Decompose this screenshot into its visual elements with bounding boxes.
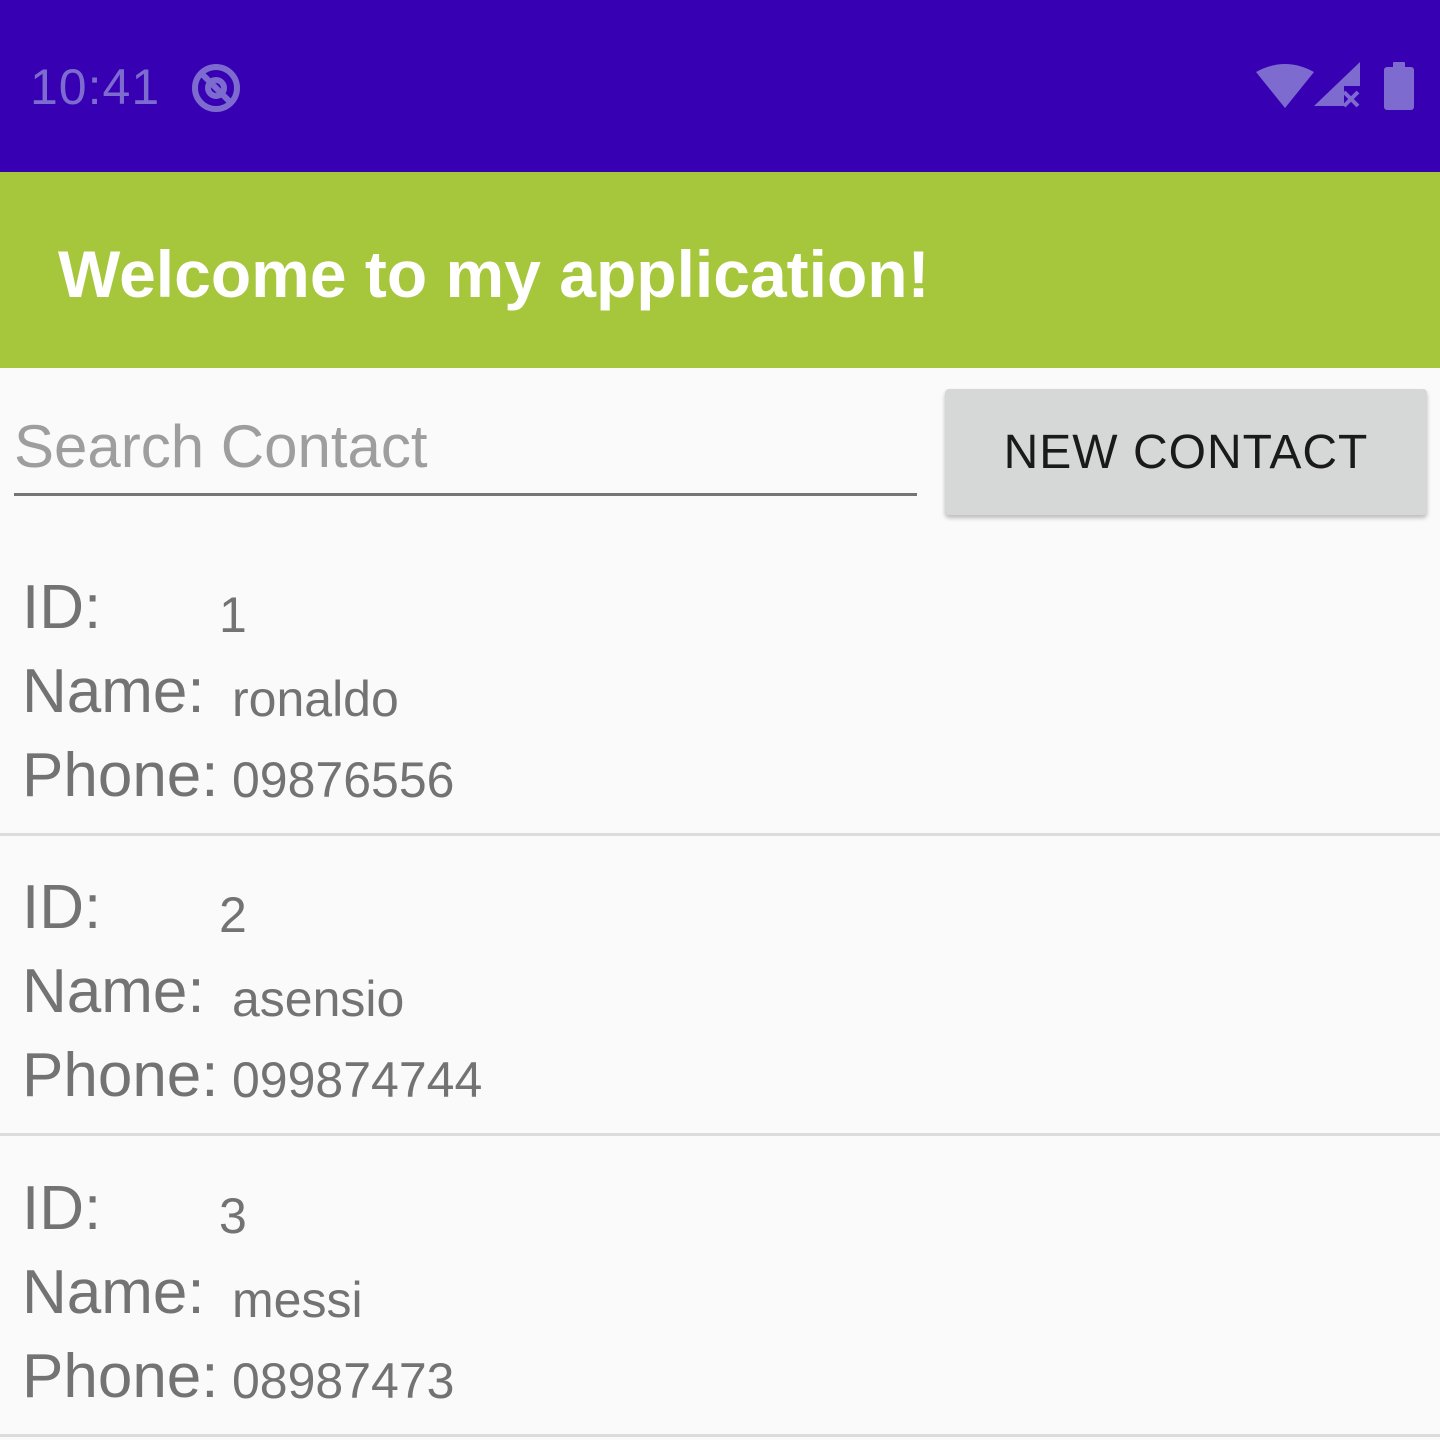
contact-name: asensio	[232, 971, 405, 1027]
contact-name: messi	[232, 1272, 363, 1328]
contact-id: 3	[219, 1188, 247, 1244]
list-item[interactable]: ID: 1 Name: ronaldo Phone: 09876556	[0, 536, 1440, 836]
phone-label: Phone:	[22, 1041, 219, 1110]
status-bar: 10:41	[0, 0, 1440, 172]
phone-label: Phone:	[22, 1342, 219, 1411]
id-label: ID:	[22, 1174, 102, 1243]
new-contact-button[interactable]: NEW CONTACT	[945, 389, 1427, 515]
list-item[interactable]: ID: 2 Name: asensio Phone: 099874744	[0, 836, 1440, 1136]
contact-phone: 08987473	[232, 1353, 455, 1409]
status-time: 10:41	[30, 59, 161, 115]
battery-icon	[1384, 62, 1414, 115]
phone-label: Phone:	[22, 741, 219, 810]
name-label: Name:	[22, 957, 205, 1026]
search-contact-input[interactable]	[14, 400, 917, 496]
id-label: ID:	[22, 873, 102, 942]
at-sign-icon	[190, 62, 242, 119]
contact-id: 2	[219, 887, 247, 943]
name-label: Name:	[22, 1258, 205, 1327]
contact-name: ronaldo	[232, 671, 399, 727]
list-item[interactable]: ID: 3 Name: messi Phone: 08987473	[0, 1137, 1440, 1437]
contact-id: 1	[219, 587, 247, 643]
name-label: Name:	[22, 657, 205, 726]
id-label: ID:	[22, 573, 102, 642]
contact-phone: 099874744	[232, 1052, 483, 1108]
app-title: Welcome to my application!	[58, 237, 930, 311]
wifi-icon	[1256, 64, 1314, 113]
contact-phone: 09876556	[232, 752, 455, 808]
cellular-signal-icon	[1314, 62, 1364, 113]
